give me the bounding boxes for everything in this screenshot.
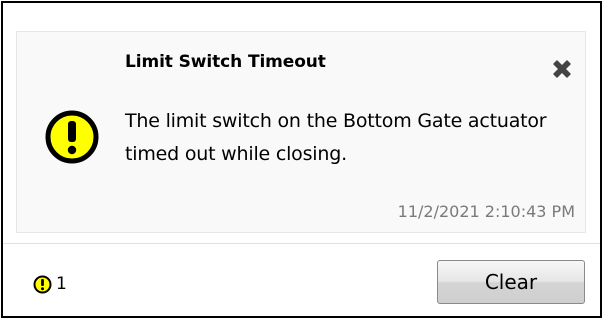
warning-count-icon (33, 275, 52, 294)
notification-panel: Limit Switch Timeout The limit switch on… (1, 1, 602, 318)
warning-icon (44, 109, 100, 165)
close-icon[interactable] (550, 57, 574, 81)
clear-button[interactable]: Clear (437, 260, 585, 304)
notification-timestamp: 11/2/2021 2:10:43 PM (397, 202, 575, 221)
notification-card: Limit Switch Timeout The limit switch on… (16, 31, 586, 233)
warning-count: 1 (56, 274, 67, 294)
footer-divider (3, 243, 600, 244)
notification-title: Limit Switch Timeout (125, 52, 326, 72)
notification-message: The limit switch on the Bottom Gate actu… (125, 110, 547, 165)
